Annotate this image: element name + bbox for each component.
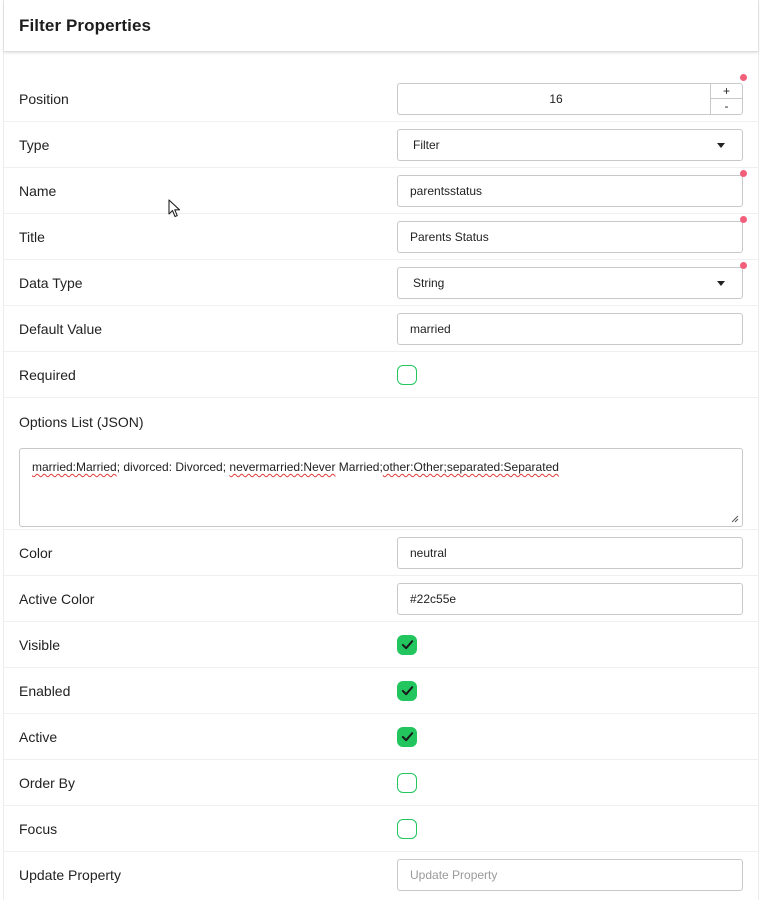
type-label: Type [19, 136, 50, 153]
active-color-input-value: #22c55e [410, 591, 457, 606]
position-row: Position 16 + - [4, 74, 758, 122]
checkmark-icon [401, 732, 413, 742]
focus-checkbox[interactable] [397, 818, 417, 839]
required-indicator [740, 170, 747, 177]
options-text-part: other:Other;separated:Separated [382, 460, 559, 474]
name-label: Name [19, 182, 57, 199]
active-checkbox[interactable] [397, 726, 417, 747]
options-text-part: Married; [335, 460, 383, 474]
default-value-label: Default Value [19, 320, 103, 337]
data-type-select-value: String [413, 275, 445, 290]
checkmark-icon [401, 640, 413, 650]
required-row: Required [4, 352, 758, 398]
default-value-input-value: married [410, 321, 451, 336]
enabled-checkbox[interactable] [397, 680, 417, 701]
increment-button[interactable]: + [711, 84, 742, 99]
options-text-part: married:Married [32, 460, 117, 474]
resize-grip-icon[interactable] [731, 515, 739, 523]
default-value-input[interactable]: married [397, 312, 743, 345]
color-input-value: neutral [410, 545, 447, 560]
required-indicator [740, 262, 747, 269]
chevron-down-icon [717, 142, 725, 148]
title-input-value: Parents Status [410, 229, 489, 244]
visible-row: Visible [4, 622, 758, 668]
default-value-row: Default Value married [4, 306, 758, 352]
panel-header: Filter Properties [4, 0, 758, 52]
options-list-textarea[interactable]: married:Married; divorced: Divorced; nev… [19, 448, 743, 527]
data-type-label: Data Type [19, 274, 83, 291]
position-value[interactable]: 16 [398, 92, 714, 106]
color-input[interactable]: neutral [397, 536, 743, 569]
color-label: Color [19, 544, 53, 561]
focus-label: Focus [19, 820, 58, 837]
options-list-row: Options List (JSON) married:Married; div… [4, 398, 758, 530]
panel-title: Filter Properties [19, 15, 152, 35]
checkmark-icon [401, 686, 413, 696]
enabled-row: Enabled [4, 668, 758, 714]
options-list-label: Options List (JSON) [19, 414, 144, 430]
required-label: Required [19, 366, 76, 383]
position-stepper[interactable]: 16 + - [397, 82, 743, 115]
title-label: Title [19, 228, 45, 245]
required-indicator [740, 216, 747, 223]
data-type-row: Data Type String [4, 260, 758, 306]
focus-row: Focus [4, 806, 758, 852]
mouse-pointer-icon [168, 199, 181, 218]
name-input[interactable]: parentsstatus [397, 174, 743, 207]
visible-label: Visible [19, 636, 60, 653]
active-label: Active [19, 728, 58, 745]
name-input-value: parentsstatus [410, 183, 483, 198]
active-row: Active [4, 714, 758, 760]
enabled-label: Enabled [19, 682, 71, 699]
position-label: Position [19, 90, 69, 107]
properties-form: Position 16 + - Type Filter Name parents… [4, 52, 758, 898]
title-input[interactable]: Parents Status [397, 220, 743, 253]
order-by-checkbox[interactable] [397, 772, 417, 793]
type-select[interactable]: Filter [397, 128, 743, 161]
options-text-part: ; divorced: Divorced; [116, 460, 230, 474]
type-select-value: Filter [413, 137, 440, 152]
data-type-select[interactable]: String [397, 266, 743, 299]
update-property-label: Update Property [19, 867, 121, 883]
update-property-placeholder: Update Property [410, 868, 498, 882]
active-color-row: Active Color #22c55e [4, 576, 758, 622]
update-property-row: Update Property Update Property [4, 852, 758, 898]
decrement-button[interactable]: - [711, 99, 742, 114]
name-row: Name parentsstatus [4, 168, 758, 214]
required-checkbox[interactable] [397, 364, 417, 385]
title-row: Title Parents Status [4, 214, 758, 260]
order-by-row: Order By [4, 760, 758, 806]
color-row: Color neutral [4, 530, 758, 576]
options-text-part: nevermarried:Never [229, 460, 336, 474]
filter-properties-panel: Filter Properties Position 16 + - Type F… [3, 0, 759, 900]
visible-checkbox[interactable] [397, 634, 417, 655]
required-indicator [740, 74, 747, 81]
stepper-buttons: + - [710, 83, 742, 114]
active-color-input[interactable]: #22c55e [397, 582, 743, 615]
active-color-label: Active Color [19, 590, 95, 607]
type-row: Type Filter [4, 122, 758, 168]
order-by-label: Order By [19, 774, 76, 791]
chevron-down-icon [717, 280, 725, 286]
update-property-input[interactable]: Update Property [397, 859, 743, 891]
